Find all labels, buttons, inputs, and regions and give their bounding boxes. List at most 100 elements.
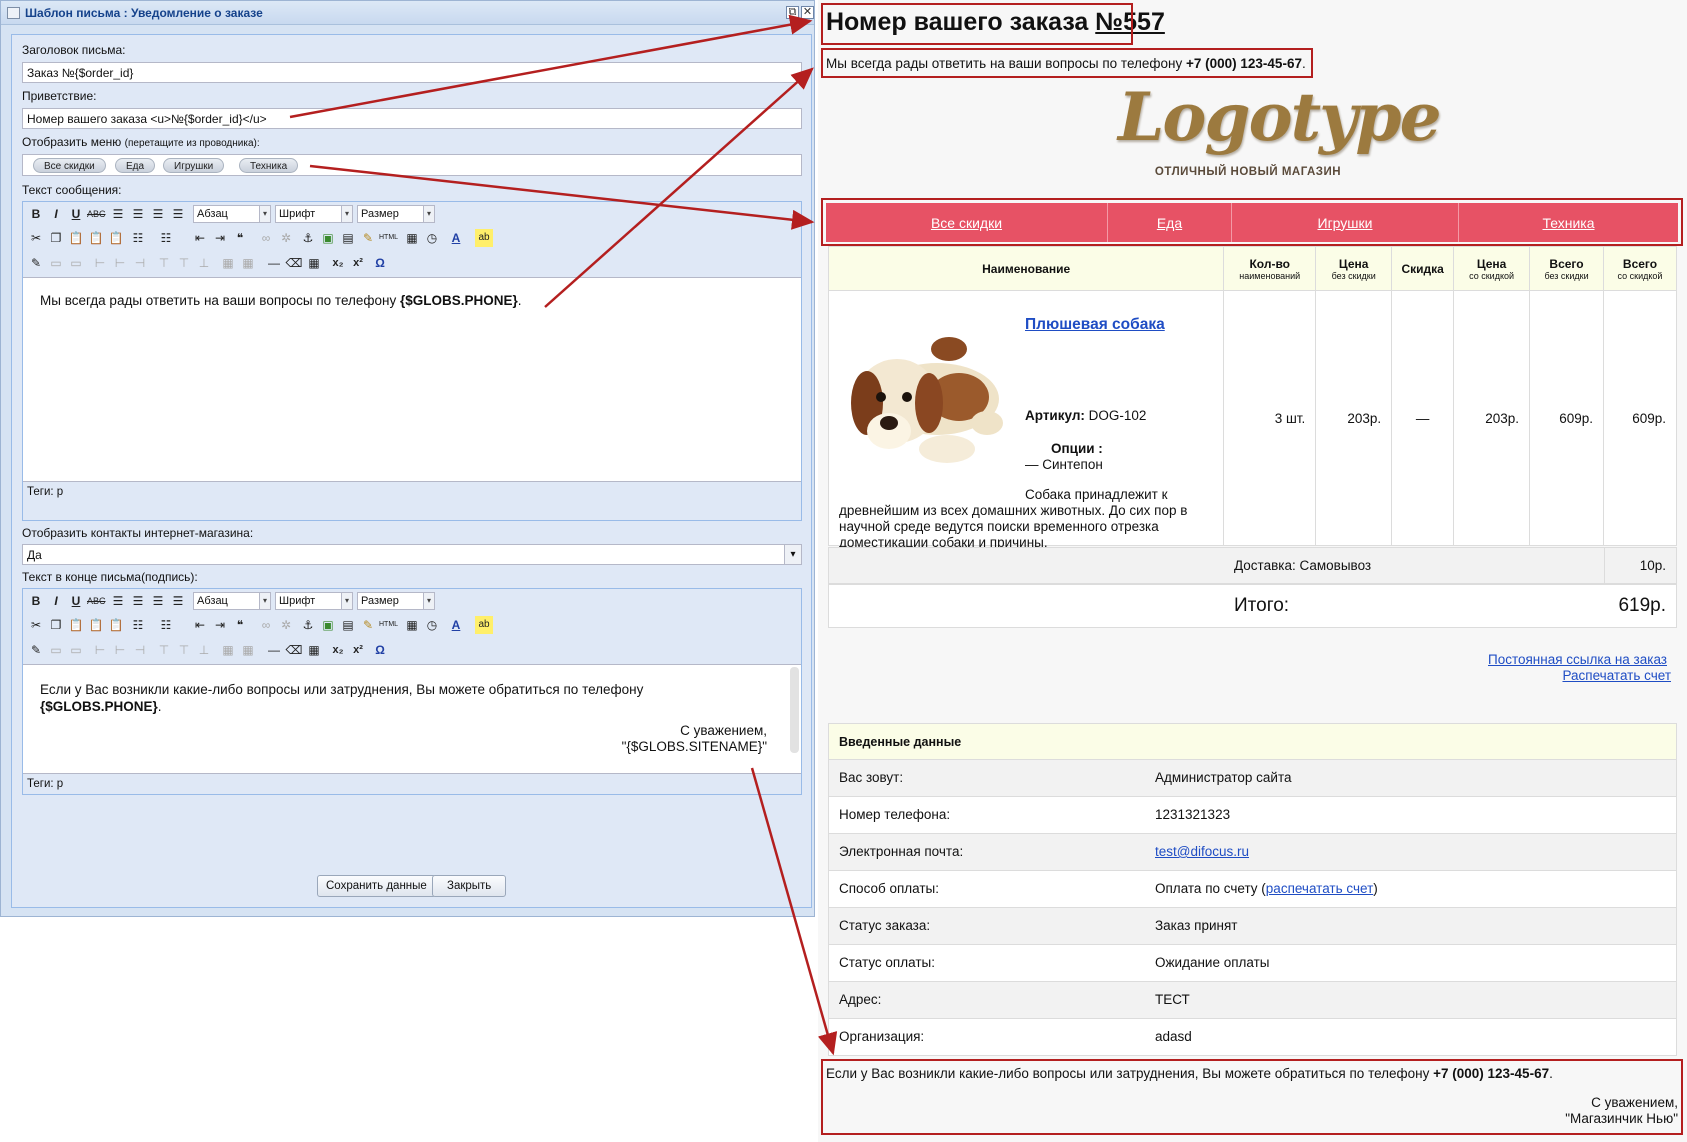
shop-logo[interactable]: Logotype ОТЛИЧНЫЙ НОВЫЙ МАГАЗИН: [1118, 78, 1442, 188]
cleanup-icon[interactable]: ✎: [359, 229, 377, 247]
table-icon[interactable]: ▦: [305, 254, 323, 272]
size-select[interactable]: Размер ▾: [357, 592, 435, 610]
font-select[interactable]: Шрифт ▾: [275, 205, 353, 223]
merge-cells-icon[interactable]: ▦: [239, 254, 257, 272]
paragraph-select[interactable]: Абзац ▾: [193, 205, 271, 223]
cleanup-icon[interactable]: ✎: [359, 616, 377, 634]
link-icon[interactable]: ∞: [257, 229, 275, 247]
row-before-icon[interactable]: ⊢: [91, 254, 109, 272]
paste-icon[interactable]: 📋: [67, 616, 85, 634]
greeting-input[interactable]: Номер вашего заказа <u>№{$order_id}</u>: [22, 108, 802, 129]
product-image[interactable]: [837, 331, 1013, 471]
print-invoice-inline-link[interactable]: распечатать счет: [1266, 881, 1373, 896]
cut-icon[interactable]: ✂: [27, 229, 45, 247]
signature-scrollbar[interactable]: [790, 667, 799, 753]
bullet-list-icon[interactable]: ☷: [129, 229, 147, 247]
close-icon[interactable]: ✕: [801, 6, 814, 19]
paste-text-icon[interactable]: 📋: [87, 616, 105, 634]
align-justify-icon[interactable]: ☰: [169, 205, 187, 223]
align-center-icon[interactable]: ☰: [129, 205, 147, 223]
indent-icon[interactable]: ⇥: [211, 229, 229, 247]
media-icon[interactable]: ▤: [339, 229, 357, 247]
unlink-icon[interactable]: ✲: [277, 229, 295, 247]
split-cells-icon[interactable]: ▦: [219, 254, 237, 272]
blockquote-icon[interactable]: ❝: [231, 616, 249, 634]
insert-date-icon[interactable]: ▦: [403, 616, 421, 634]
highlight-color-icon[interactable]: ab: [475, 229, 493, 247]
row-after-icon[interactable]: ⊢: [111, 641, 129, 659]
align-center-icon[interactable]: ☰: [129, 592, 147, 610]
restore-icon[interactable]: ⧉: [786, 6, 799, 19]
paste-word-icon[interactable]: 📋: [107, 229, 125, 247]
permalink-link[interactable]: Постоянная ссылка на заказ: [1488, 652, 1667, 667]
font-select[interactable]: Шрифт ▾: [275, 592, 353, 610]
col-delete-icon[interactable]: ⊥: [195, 641, 213, 659]
menu-chip[interactable]: Игрушки: [163, 158, 225, 173]
row-delete-icon[interactable]: ⊣: [131, 254, 149, 272]
subscript-icon[interactable]: x₂: [329, 254, 347, 272]
row-after-icon[interactable]: ⊢: [111, 254, 129, 272]
row-before-icon[interactable]: ⊢: [91, 641, 109, 659]
align-left-icon[interactable]: ☰: [109, 205, 127, 223]
col-after-icon[interactable]: ⊤: [175, 641, 193, 659]
col-after-icon[interactable]: ⊤: [175, 254, 193, 272]
align-justify-icon[interactable]: ☰: [169, 592, 187, 610]
contacts-select[interactable]: Да ▾: [22, 544, 802, 565]
size-select[interactable]: Размер ▾: [357, 205, 435, 223]
message-textarea[interactable]: Мы всегда рады ответить на ваши вопросы …: [23, 277, 801, 482]
outdent-icon[interactable]: ⇤: [191, 229, 209, 247]
bold-icon[interactable]: B: [27, 592, 45, 610]
hr-icon[interactable]: —: [265, 641, 283, 659]
paragraph-select[interactable]: Абзац ▾: [193, 592, 271, 610]
signature-textarea[interactable]: Если у Вас возникли какие-либо вопросы и…: [23, 664, 801, 774]
unlink-icon[interactable]: ✲: [277, 616, 295, 634]
window-titlebar[interactable]: Шаблон письма : Уведомление о заказе ⧉ ✕: [1, 1, 814, 25]
image-icon[interactable]: ▣: [319, 616, 337, 634]
menu-chip[interactable]: Все скидки: [33, 158, 106, 173]
split-cells-icon[interactable]: ▦: [219, 641, 237, 659]
numbered-list-icon[interactable]: ☷: [157, 229, 175, 247]
align-left-icon[interactable]: ☰: [109, 592, 127, 610]
underline-icon[interactable]: U: [67, 592, 85, 610]
image-icon[interactable]: ▣: [319, 229, 337, 247]
superscript-icon[interactable]: x²: [349, 641, 367, 659]
close-button[interactable]: Закрыть: [432, 875, 507, 897]
table-insert-icon[interactable]: ▭: [47, 254, 65, 272]
col-before-icon[interactable]: ⊤: [155, 254, 173, 272]
blockquote-icon[interactable]: ❝: [231, 229, 249, 247]
merge-cells-icon[interactable]: ▦: [239, 641, 257, 659]
product-name-link[interactable]: Плюшевая собака: [1025, 316, 1165, 334]
strikethrough-icon[interactable]: ABC: [87, 592, 106, 610]
cut-icon[interactable]: ✂: [27, 616, 45, 634]
special-char-icon[interactable]: Ω: [371, 254, 389, 272]
eraser-icon[interactable]: ⌫: [285, 641, 303, 659]
html-icon[interactable]: HTML: [379, 616, 398, 634]
outdent-icon[interactable]: ⇤: [191, 616, 209, 634]
paste-icon[interactable]: 📋: [67, 229, 85, 247]
italic-icon[interactable]: I: [47, 205, 65, 223]
email-link[interactable]: test@difocus.ru: [1155, 844, 1249, 859]
table-props-icon[interactable]: ▭: [67, 641, 85, 659]
col-delete-icon[interactable]: ⊥: [195, 254, 213, 272]
table-insert-icon[interactable]: ▭: [47, 641, 65, 659]
anchor-icon[interactable]: ⚓: [299, 616, 317, 634]
text-color-icon[interactable]: A: [447, 616, 465, 634]
print-invoice-link[interactable]: Распечатать счет: [1562, 668, 1671, 683]
bullet-list-icon[interactable]: ☷: [129, 616, 147, 634]
insert-time-icon[interactable]: ◷: [423, 616, 441, 634]
special-char-icon[interactable]: Ω: [371, 641, 389, 659]
hr-icon[interactable]: —: [265, 254, 283, 272]
media-icon[interactable]: ▤: [339, 616, 357, 634]
row-delete-icon[interactable]: ⊣: [131, 641, 149, 659]
text-color-icon[interactable]: A: [447, 229, 465, 247]
chevron-down-icon[interactable]: ▾: [784, 545, 801, 564]
bold-icon[interactable]: B: [27, 205, 45, 223]
paste-text-icon[interactable]: 📋: [87, 229, 105, 247]
copy-icon[interactable]: ❐: [47, 616, 65, 634]
align-right-icon[interactable]: ☰: [149, 205, 167, 223]
anchor-icon[interactable]: ⚓: [299, 229, 317, 247]
menu-chips-field[interactable]: Все скидки Еда Игрушки Техника: [22, 154, 802, 176]
link-icon[interactable]: ∞: [257, 616, 275, 634]
table-props-icon[interactable]: ▭: [67, 254, 85, 272]
edit-icon[interactable]: ✎: [27, 254, 45, 272]
